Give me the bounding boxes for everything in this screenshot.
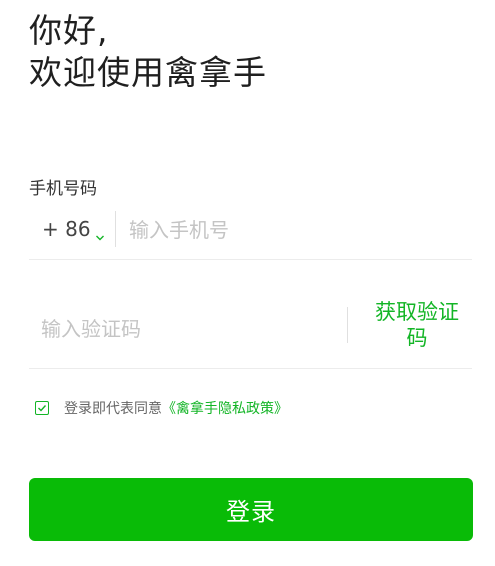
divider xyxy=(115,211,116,247)
verification-field-row: 获取验证 码 xyxy=(29,296,472,369)
verification-code-input[interactable] xyxy=(41,312,331,346)
greeting-line-2: 欢迎使用禽拿手 xyxy=(29,53,267,92)
login-page: 你好, 欢迎使用禽拿手 手机号码 + 86 获取验证 码 登录即代表 xyxy=(0,0,495,566)
divider xyxy=(347,307,348,343)
login-button[interactable]: 登录 xyxy=(29,478,473,541)
get-verification-code-button[interactable]: 获取验证 码 xyxy=(365,299,469,351)
phone-label: 手机号码 xyxy=(29,179,97,199)
phone-input[interactable] xyxy=(129,213,459,247)
phone-field-row: + 86 xyxy=(29,205,472,260)
chevron-down-icon xyxy=(95,224,105,241)
agreement-checkbox[interactable] xyxy=(35,401,49,415)
country-code-selector[interactable]: + 86 xyxy=(42,217,105,241)
greeting-line-1: 你好, xyxy=(29,11,109,50)
country-code-value: + 86 xyxy=(42,217,91,241)
welcome-heading: 你好, 欢迎使用禽拿手 xyxy=(29,10,267,94)
agreement-row: 登录即代表同意 《禽拿手隐私政策》 xyxy=(35,397,288,419)
privacy-policy-link[interactable]: 《禽拿手隐私政策》 xyxy=(162,398,288,418)
agreement-text: 登录即代表同意 xyxy=(64,401,162,417)
check-icon xyxy=(38,405,47,412)
get-code-label-line-2: 码 xyxy=(406,326,428,350)
get-code-label-line-1: 获取验证 xyxy=(375,300,459,324)
